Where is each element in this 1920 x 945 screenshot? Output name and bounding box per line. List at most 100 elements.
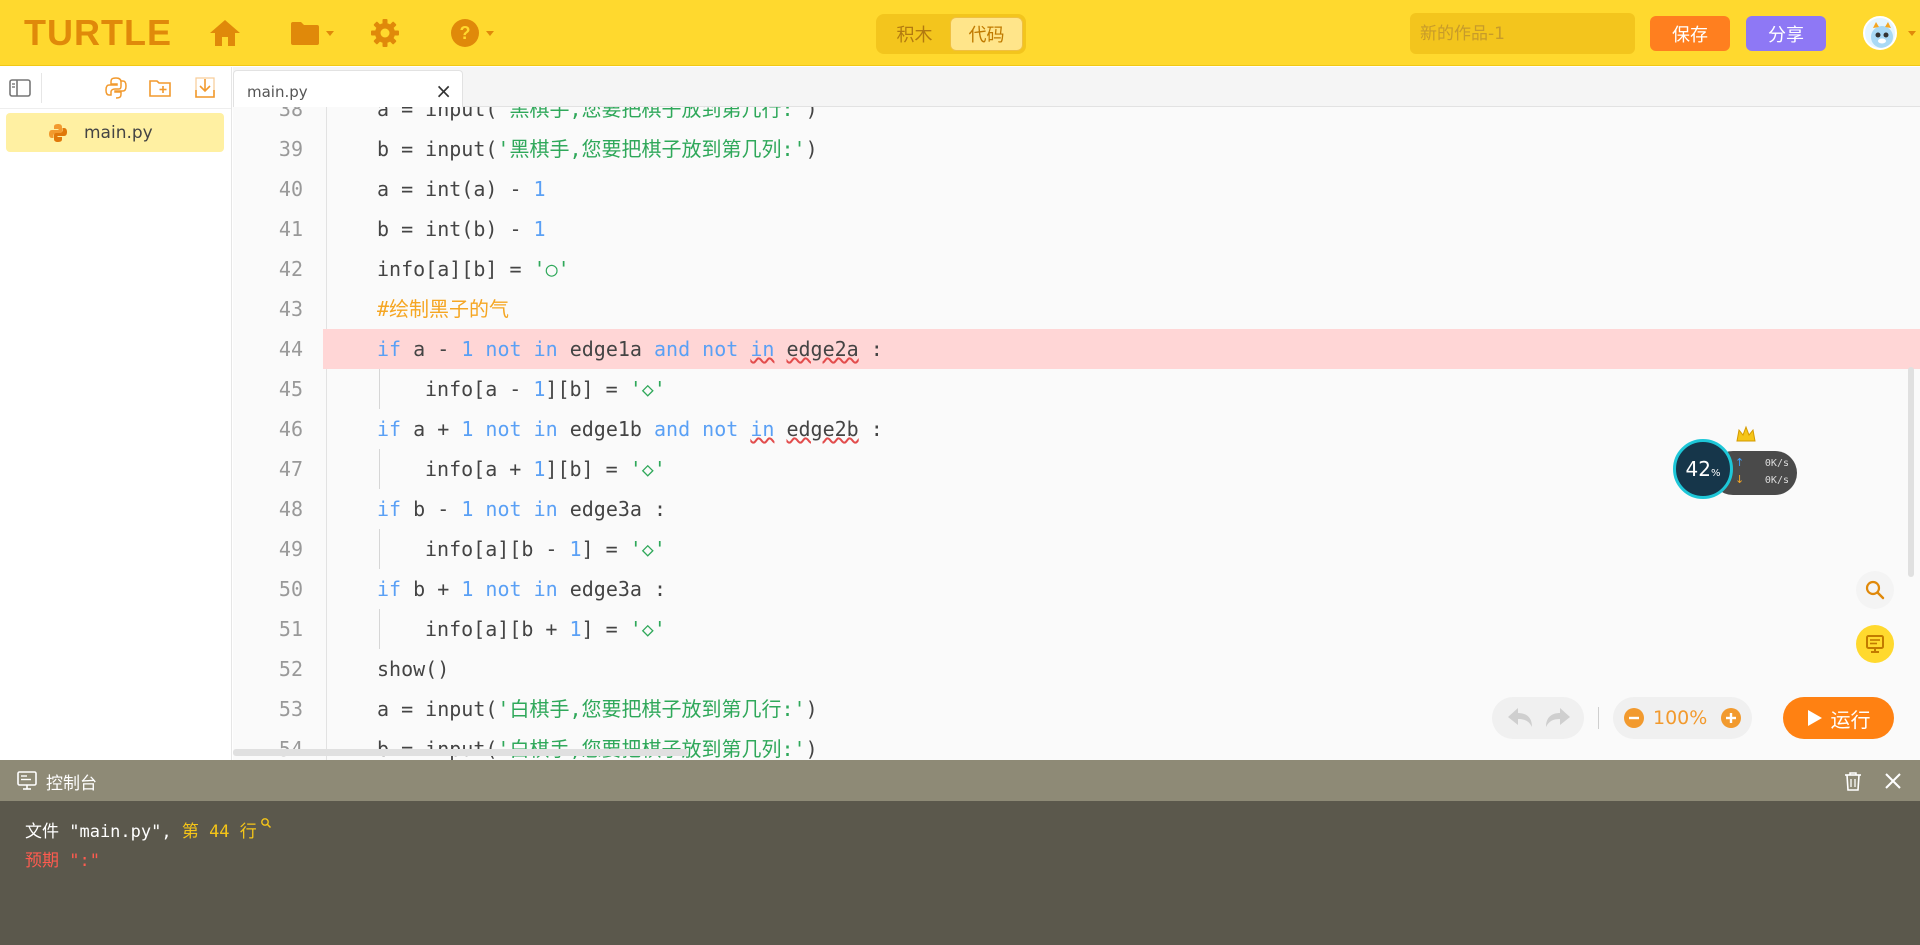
code-line[interactable]: 49 info[a][b - 1] = '◇' — [233, 529, 1920, 569]
code-text: a = input('黑棋手,您要把棋子放到第几行:') — [377, 107, 818, 129]
indent-guide — [379, 449, 380, 489]
code-line[interactable]: 41 b = int(b) - 1 — [233, 209, 1920, 249]
code-line[interactable]: 46 if a + 1 not in edge1b and not in edge… — [233, 409, 1920, 449]
usage-percent-unit: % — [1710, 467, 1721, 479]
code-text: show() — [377, 649, 449, 689]
tab-main-py[interactable]: main.py × — [233, 70, 463, 108]
code-text: b = int(b) - 1 — [377, 209, 546, 249]
help-menu-button[interactable]: ? — [450, 14, 494, 52]
code-token: edge3a : — [557, 577, 667, 601]
horizontal-scrollbar[interactable] — [233, 749, 688, 756]
download-speed: 0K/s — [1764, 475, 1789, 486]
download-icon[interactable] — [193, 76, 217, 100]
sidebar-toggle-icon[interactable] — [8, 76, 32, 100]
code-token: if — [377, 337, 402, 361]
code-token: edge2a — [786, 337, 859, 361]
zoom-in-icon[interactable] — [1720, 707, 1742, 729]
code-line[interactable]: 51 info[a][b + 1] = '◇' — [233, 609, 1920, 649]
console-icon — [17, 771, 37, 790]
network-speed-widget[interactable]: 0K/s 0K/s ↑ ↓ 42% — [1673, 425, 1798, 499]
redo-icon[interactable] — [1544, 706, 1572, 730]
code-editor[interactable]: 38 a = input('黑棋手,您要把棋子放到第几行:') 39 b = inpu… — [233, 107, 1920, 760]
line-number: 45 — [278, 377, 303, 401]
new-folder-icon[interactable] — [148, 76, 172, 100]
code-token: : — [858, 337, 883, 361]
line-number: 39 — [278, 137, 303, 161]
chevron-down-icon — [1908, 31, 1916, 36]
code-token: info[a + — [425, 457, 534, 481]
code-line[interactable]: 47 info[a + 1][b] = '◇' — [233, 449, 1920, 489]
code-line[interactable]: 39 b = input('黑棋手,您要把棋子放到第几列:') — [233, 129, 1920, 169]
line-number: 50 — [278, 577, 303, 601]
code-token: 1 — [533, 377, 546, 401]
home-button[interactable] — [208, 14, 242, 52]
code-line[interactable]: 50 if b + 1 not in edge3a : — [233, 569, 1920, 609]
new-python-file-icon[interactable] — [104, 76, 128, 100]
work-name-input[interactable] — [1410, 13, 1635, 54]
settings-button[interactable] — [370, 14, 400, 52]
code-token: 1 — [569, 617, 582, 641]
zoom-out-icon[interactable] — [1623, 707, 1645, 729]
code-token: '◇' — [629, 537, 666, 561]
code-token: show() — [377, 657, 450, 681]
trash-icon[interactable] — [1842, 770, 1864, 792]
editor-tab-bar: main.py × — [233, 67, 1920, 108]
code-line[interactable]: 44 if a - 1 not in edge1a and not in edge… — [279, 329, 1920, 369]
code-token: a = int(a) - — [377, 177, 534, 201]
sidebar-toolbar — [0, 67, 231, 109]
search-icon[interactable] — [260, 817, 272, 829]
arrow-down-icon: ↓ — [1735, 473, 1745, 486]
file-item-main-py[interactable]: main.py — [6, 113, 224, 152]
tab-code[interactable]: 代码 — [950, 17, 1023, 51]
top-bar: TURTLE ? 积木 代码 新的作品-1 保存 分享 — [0, 0, 1920, 66]
code-line[interactable]: 38 a = input('黑棋手,您要把棋子放到第几行:') — [233, 107, 1920, 129]
code-token: a = input( — [377, 107, 498, 121]
code-token: a + — [401, 417, 462, 441]
code-line[interactable]: 48 if b - 1 not in edge3a : — [233, 489, 1920, 529]
console-line-location[interactable]: 第 44 行 — [182, 822, 257, 842]
folder-menu-button[interactable] — [290, 14, 334, 52]
code-line[interactable]: 43 #绘制黑子的气 — [233, 289, 1920, 329]
code-line[interactable]: 40 a = int(a) - 1 — [233, 169, 1920, 209]
code-line[interactable]: 52 show() — [233, 649, 1920, 689]
code-line[interactable]: 45 info[a - 1][b] = '◇' — [233, 369, 1920, 409]
code-token: edge3a : — [557, 497, 667, 521]
search-button[interactable] — [1856, 571, 1894, 609]
code-line[interactable]: 42 info[a][b] = '○' — [233, 249, 1920, 289]
run-button[interactable]: 运行 — [1783, 697, 1894, 739]
code-text: b = input('黑棋手,您要把棋子放到第几列:') — [377, 129, 818, 169]
presentation-button[interactable] — [1856, 625, 1894, 663]
code-token: b = input( — [377, 137, 498, 161]
code-text: if a - 1 not in edge1a and not in edge2a… — [377, 329, 883, 369]
console-line-error: 预期 ":" — [25, 851, 100, 871]
code-token: b + — [401, 577, 462, 601]
code-token: b = int(b) - — [377, 217, 534, 241]
code-token: if — [377, 417, 402, 441]
console-file-text: 文件 "main.py", — [25, 822, 182, 842]
code-text: info[a + 1][b] = '◇' — [425, 449, 666, 489]
close-icon[interactable] — [1883, 771, 1903, 791]
save-button[interactable]: 保存 — [1650, 16, 1730, 51]
line-number: 53 — [278, 697, 303, 721]
code-token: edge1a — [557, 337, 654, 361]
share-button[interactable]: 分享 — [1746, 16, 1826, 51]
code-token: 1 — [569, 537, 582, 561]
undo-icon[interactable] — [1506, 706, 1534, 730]
close-icon[interactable]: × — [435, 79, 452, 103]
avatar[interactable] — [1863, 16, 1897, 50]
code-token: '○' — [533, 257, 570, 281]
upload-speed: 0K/s — [1764, 458, 1789, 469]
code-text: info[a][b] = '○' — [377, 249, 570, 289]
tab-blocks[interactable]: 积木 — [879, 17, 950, 51]
line-number: 51 — [278, 617, 303, 641]
code-token: 1 — [533, 177, 546, 201]
code-text: a = int(a) - 1 — [377, 169, 546, 209]
code-text: info[a][b + 1] = '◇' — [425, 609, 666, 649]
code-token: ) — [805, 137, 818, 161]
code-token: ) — [805, 107, 818, 121]
vertical-scrollbar[interactable] — [1908, 367, 1914, 577]
